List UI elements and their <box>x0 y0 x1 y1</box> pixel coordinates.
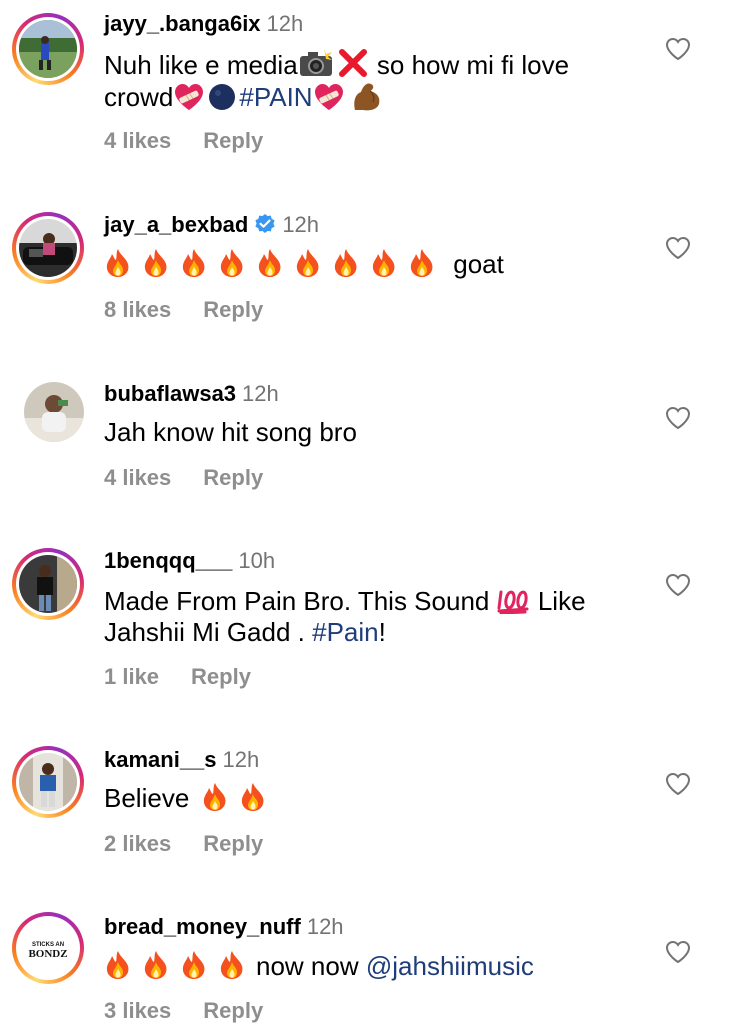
fire-emoji <box>104 950 132 980</box>
heart-outline-icon[interactable] <box>664 404 692 432</box>
comment-text-line-2: Jahshii Mi Gadd . #Pain! <box>104 616 386 648</box>
comment-text: so how mi fi love <box>376 50 570 80</box>
comment-meta: 8 likes Reply <box>104 296 263 324</box>
comment-header: kamani__s 12h <box>104 746 259 774</box>
comment-header: 1benqqq___ 10h <box>104 547 275 575</box>
comment-text: now now <box>256 951 359 981</box>
comment-header: bread_money_nuff 12h <box>104 913 344 941</box>
comment-text-line-1: goat <box>104 248 504 280</box>
hashtag-link[interactable]: #PAIN <box>239 82 312 112</box>
cross-mark-emoji <box>334 49 370 81</box>
fire-emoji <box>142 950 170 980</box>
comment-text: goat <box>453 249 504 279</box>
comment-meta: 4 likes Reply <box>104 464 263 492</box>
fire-emoji <box>408 248 436 278</box>
comment-text-line-1: Made From Pain Bro. This Sound Like <box>104 584 586 617</box>
hashtag-link[interactable]: #Pain <box>312 617 379 647</box>
username[interactable]: 1benqqq___ <box>104 548 232 573</box>
fire-emoji <box>294 248 322 278</box>
likes-count[interactable]: 8 likes <box>104 297 171 322</box>
fire-emoji-row <box>104 249 453 279</box>
comment-header: jayy_.banga6ix 12h <box>104 10 303 38</box>
fire-emoji <box>256 248 284 278</box>
reply-button[interactable]: Reply <box>203 998 263 1023</box>
username[interactable]: bread_money_nuff <box>104 914 301 939</box>
avatar[interactable] <box>12 13 84 85</box>
reply-button[interactable]: Reply <box>203 128 263 153</box>
likes-count[interactable]: 4 likes <box>104 128 171 153</box>
reply-button[interactable]: Reply <box>203 297 263 322</box>
dark-circle-emoji <box>209 84 236 110</box>
comment-text: crowd <box>104 82 174 112</box>
fire-emoji <box>201 782 229 812</box>
comment-text-line-2: crowd #PAIN <box>104 80 385 113</box>
hundred-points-emoji <box>497 590 529 615</box>
mention-link[interactable]: @jahshiimusic <box>366 951 534 981</box>
verified-badge-icon <box>255 214 275 233</box>
comment-header: jay_a_bexbad 12h <box>104 211 319 239</box>
comment-text: Jahshii Mi Gadd . <box>104 617 305 647</box>
timestamp: 12h <box>282 212 320 237</box>
comment-meta: 3 likes Reply <box>104 997 263 1025</box>
comment-text: Nuh like e media <box>104 50 298 80</box>
timestamp: 12h <box>222 747 260 772</box>
fire-emoji <box>180 248 208 278</box>
comment-meta: 1 like Reply <box>104 663 251 691</box>
fire-emoji <box>239 782 267 812</box>
avatar[interactable] <box>12 212 84 284</box>
likes-count[interactable]: 2 likes <box>104 831 171 856</box>
heart-outline-icon[interactable] <box>664 35 692 63</box>
fire-emoji <box>218 950 246 980</box>
comment-text: Jah know hit song bro <box>104 417 357 447</box>
reply-button[interactable]: Reply <box>191 664 251 689</box>
comment-meta: 4 likes Reply <box>104 127 263 155</box>
heart-outline-icon[interactable] <box>664 571 692 599</box>
timestamp: 12h <box>242 381 279 406</box>
comment-meta: 2 likes Reply <box>104 830 263 858</box>
comment-text: Made From Pain Bro. This Sound <box>104 586 490 616</box>
fire-emoji <box>180 950 208 980</box>
heart-outline-icon[interactable] <box>664 938 692 966</box>
mending-heart-emoji <box>173 82 205 112</box>
heart-outline-icon[interactable] <box>664 770 692 798</box>
comment-text: ! <box>378 617 386 647</box>
reply-button[interactable]: Reply <box>203 465 263 490</box>
comment-text: Like <box>537 586 586 616</box>
camera-flash-emoji <box>298 48 334 81</box>
likes-count[interactable]: 1 like <box>104 664 159 689</box>
likes-count[interactable]: 4 likes <box>104 465 171 490</box>
fire-emoji <box>218 248 246 278</box>
comment-text-line-1: Believe <box>104 782 277 814</box>
username[interactable]: kamani__s <box>104 747 217 772</box>
avatar[interactable] <box>12 370 84 442</box>
logo-text-bottom: BONDZ <box>28 948 67 960</box>
brand-logo: STICKS AN BONDZ <box>19 919 77 977</box>
flexed-biceps-emoji <box>353 83 379 111</box>
comment-text-line-1: Nuh like e media so how mi fi love <box>104 48 569 82</box>
fire-emoji <box>370 248 398 278</box>
fire-emoji <box>104 248 132 278</box>
fire-emoji <box>332 248 360 278</box>
likes-count[interactable]: 3 likes <box>104 998 171 1023</box>
comment-text-line-1: now now @jahshiimusic <box>104 950 534 982</box>
timestamp: 10h <box>238 548 276 573</box>
reply-button[interactable]: Reply <box>203 831 263 856</box>
avatar[interactable]: STICKS AN BONDZ <box>12 912 84 984</box>
comment-header: bubaflawsa3 12h <box>104 380 279 408</box>
mending-heart-emoji <box>313 82 345 112</box>
timestamp: 12h <box>266 11 304 36</box>
username[interactable]: jay_a_bexbad <box>104 212 248 237</box>
avatar[interactable] <box>12 548 84 620</box>
timestamp: 12h <box>306 914 344 939</box>
comment-text: Believe <box>104 783 190 813</box>
username[interactable]: bubaflawsa3 <box>104 381 236 406</box>
comment-text-line-1: Jah know hit song bro <box>104 416 357 448</box>
avatar[interactable] <box>12 746 84 818</box>
username[interactable]: jayy_.banga6ix <box>104 11 261 36</box>
heart-outline-icon[interactable] <box>664 234 692 262</box>
fire-emoji <box>142 248 170 278</box>
